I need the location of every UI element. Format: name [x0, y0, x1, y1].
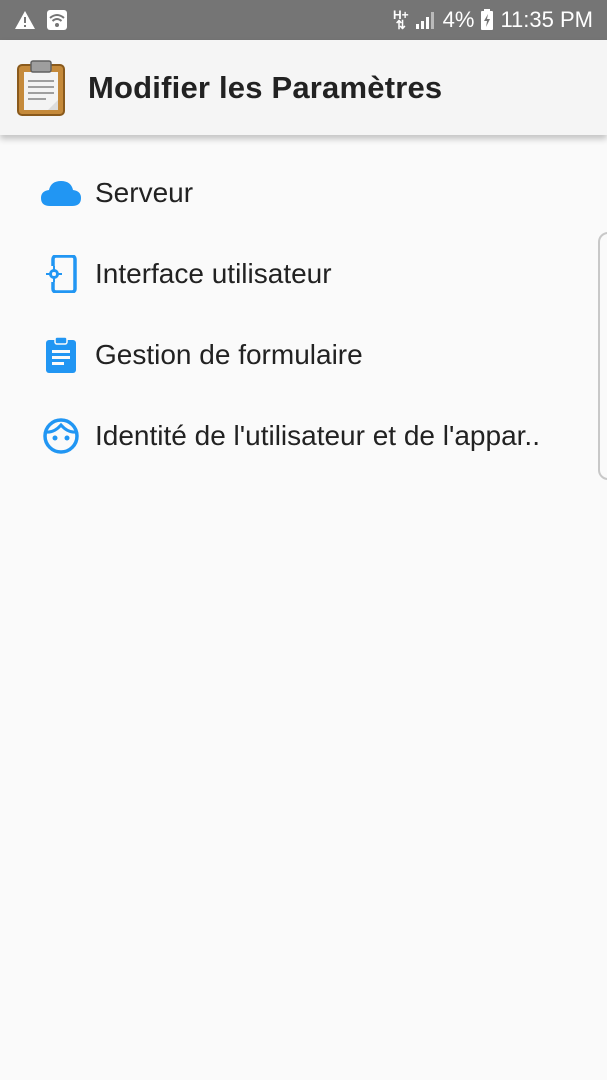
menu-item-label: Interface utilisateur — [95, 257, 332, 289]
clipboard-icon — [16, 59, 66, 116]
warning-icon — [14, 10, 36, 30]
signal-icon — [415, 10, 437, 30]
settings-menu-list: Serveur Interface utilisateur Gestion de… — [0, 152, 607, 476]
face-icon — [40, 415, 82, 457]
cloud-icon — [40, 172, 82, 214]
clipboard-form-icon — [40, 334, 82, 376]
menu-item-server[interactable]: Serveur — [0, 152, 607, 233]
menu-item-user-interface[interactable]: Interface utilisateur — [0, 233, 607, 314]
menu-item-form-management[interactable]: Gestion de formulaire — [0, 314, 607, 395]
wifi-icon — [46, 9, 68, 31]
menu-item-label: Serveur — [95, 176, 194, 208]
menu-item-label: Gestion de formulaire — [95, 338, 363, 370]
status-left-group — [14, 9, 68, 31]
app-toolbar: Modifier les Paramètres — [0, 40, 607, 135]
menu-item-user-device-identity[interactable]: Identité de l'utilisateur et de l'appar.… — [0, 395, 607, 476]
status-right-group: H+ ⇅ 4% 11:35 PM — [393, 7, 593, 33]
battery-percent: 4% — [442, 7, 475, 32]
page-title: Modifier les Paramètres — [88, 69, 443, 105]
status-time: 11:35 PM — [500, 7, 593, 32]
menu-item-label: Identité de l'utilisateur et de l'appar.… — [95, 419, 540, 451]
phone-settings-icon — [40, 253, 82, 295]
edge-panel-handle[interactable] — [598, 232, 607, 480]
network-arrows-icon: H+ ⇅ — [392, 8, 409, 32]
status-bar: H+ ⇅ 4% 11:35 PM — [0, 0, 607, 40]
battery-charging-icon — [480, 9, 494, 31]
